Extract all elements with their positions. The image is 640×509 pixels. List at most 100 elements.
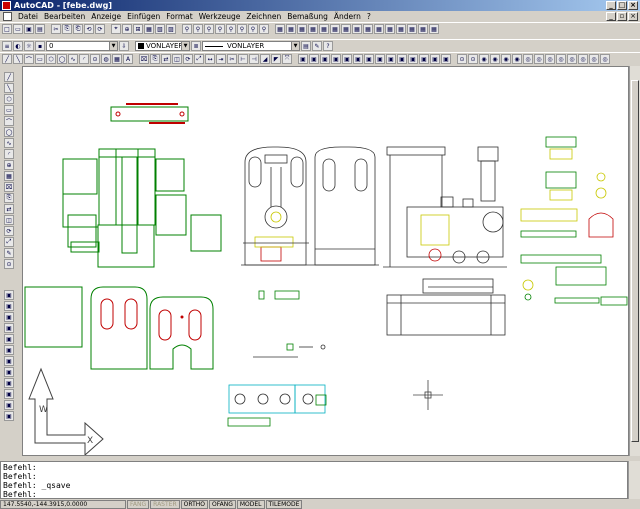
rectangle-icon[interactable]: ▭ bbox=[35, 54, 45, 64]
command-prompt[interactable]: Befehl: bbox=[3, 490, 625, 499]
toolbar-button-icon[interactable]: ▣ bbox=[375, 54, 385, 64]
trim-icon[interactable]: ✂ bbox=[227, 54, 237, 64]
paste-icon[interactable]: ⎗ bbox=[73, 24, 83, 34]
toolbar-button-icon[interactable]: ▦ bbox=[352, 24, 362, 34]
part-cross-frame[interactable] bbox=[62, 148, 222, 268]
rotate-icon[interactable]: ⟳ bbox=[183, 54, 193, 64]
left-tool-icon[interactable]: ▣ bbox=[4, 334, 14, 344]
toolbar-button-icon[interactable]: ▦ bbox=[407, 24, 417, 34]
save-icon[interactable]: ▣ bbox=[24, 24, 34, 34]
status-tilemode-toggle[interactable]: TILEMODE bbox=[265, 499, 303, 509]
menu-einfuegen[interactable]: Einfügen bbox=[124, 12, 163, 21]
explode-icon[interactable]: ◤ bbox=[271, 54, 281, 64]
scale-icon[interactable]: ⤢ bbox=[194, 54, 204, 64]
color-dropdown[interactable]: VONLAYER ▼ bbox=[135, 41, 190, 51]
extend-icon[interactable]: ⇥ bbox=[216, 54, 226, 64]
toolbar-button-icon[interactable]: ▣ bbox=[441, 54, 451, 64]
chamfer-icon[interactable]: ⊣ bbox=[249, 54, 259, 64]
left-tool-icon[interactable]: ▣ bbox=[4, 312, 14, 322]
toolbar-button-icon[interactable]: ▣ bbox=[408, 54, 418, 64]
zoom-window-icon[interactable]: ⚲ bbox=[193, 24, 203, 34]
polygon-icon[interactable]: ⬡ bbox=[46, 54, 56, 64]
insert-block-icon[interactable]: ⊙ bbox=[90, 54, 100, 64]
chevron-down-icon[interactable]: ▼ bbox=[291, 42, 299, 50]
view-icon[interactable]: ▨ bbox=[166, 24, 176, 34]
left-tool-icon[interactable]: ⟳ bbox=[4, 226, 14, 236]
left-tool-icon[interactable]: ▣ bbox=[4, 323, 14, 333]
undo-icon[interactable]: ⟲ bbox=[84, 24, 94, 34]
left-tool-icon[interactable]: ⊙ bbox=[4, 259, 14, 269]
center-small-parts[interactable] bbox=[253, 290, 326, 358]
left-tool-icon[interactable]: ∿ bbox=[4, 138, 14, 148]
doc-close-icon[interactable]: × bbox=[628, 12, 638, 21]
vertical-scrollbar[interactable] bbox=[629, 66, 640, 456]
left-tool-icon[interactable]: ⊕ bbox=[4, 160, 14, 170]
left-tool-icon[interactable]: ▣ bbox=[4, 290, 14, 300]
left-tool-icon[interactable]: ⎘ bbox=[4, 193, 14, 203]
menu-bemassung[interactable]: Bemaßung bbox=[284, 12, 331, 21]
status-ofang-toggle[interactable]: OFANG bbox=[208, 499, 236, 509]
zoom-extents-icon[interactable]: ⚲ bbox=[248, 24, 258, 34]
toolbar-button-icon[interactable]: ⊙ bbox=[468, 54, 478, 64]
part-cab-rear-plate[interactable] bbox=[149, 296, 214, 370]
part-square-plate[interactable] bbox=[24, 286, 83, 348]
xline-icon[interactable]: ╲ bbox=[13, 54, 23, 64]
circle-icon[interactable]: ◯ bbox=[57, 54, 67, 64]
zoom-icon[interactable]: ⊕ bbox=[122, 24, 132, 34]
redo-icon[interactable]: ⟳ bbox=[95, 24, 105, 34]
status-model-toggle[interactable]: MODEL bbox=[236, 499, 265, 509]
zoom-previous-icon[interactable]: ⚲ bbox=[204, 24, 214, 34]
toolbar-button-icon[interactable]: ▣ bbox=[342, 54, 352, 64]
zoom-out-icon[interactable]: ⚲ bbox=[226, 24, 236, 34]
toolbar-button-icon[interactable]: ▦ bbox=[330, 24, 340, 34]
status-raster-toggle[interactable]: RASTER bbox=[150, 499, 180, 509]
left-tool-icon[interactable]: ▣ bbox=[4, 356, 14, 366]
toolbar-button-icon[interactable]: ◎ bbox=[534, 54, 544, 64]
linetype-dropdown[interactable]: VONLAYER ▼ bbox=[202, 41, 300, 51]
print-icon[interactable]: ▤ bbox=[35, 24, 45, 34]
loco-frame-view[interactable] bbox=[386, 278, 506, 336]
linetype-icon[interactable]: ≣ bbox=[191, 41, 201, 51]
layer-dropdown[interactable]: 0 ▼ bbox=[46, 41, 118, 51]
menu-format[interactable]: Format bbox=[163, 12, 195, 21]
left-tool-icon[interactable]: ▭ bbox=[4, 105, 14, 115]
left-tool-icon[interactable]: ◜ bbox=[4, 149, 14, 159]
line-icon[interactable]: ╱ bbox=[2, 54, 12, 64]
left-tool-icon[interactable]: ✎ bbox=[4, 248, 14, 258]
new-file-icon[interactable]: □ bbox=[2, 24, 12, 34]
left-tool-icon[interactable]: ◫ bbox=[4, 215, 14, 225]
toolbar-button-icon[interactable]: ▣ bbox=[298, 54, 308, 64]
status-ortho-toggle[interactable]: ORTHO bbox=[180, 499, 208, 509]
chevron-down-icon[interactable]: ▼ bbox=[181, 42, 189, 50]
match-properties-icon[interactable]: ✎ bbox=[312, 41, 322, 51]
left-tool-icon[interactable]: ▣ bbox=[4, 301, 14, 311]
break-icon[interactable]: ⊢ bbox=[238, 54, 248, 64]
fillet-icon[interactable]: ◢ bbox=[260, 54, 270, 64]
left-tool-icon[interactable]: ▣ bbox=[4, 389, 14, 399]
view-icon[interactable]: ▦ bbox=[144, 24, 154, 34]
toolbar-button-icon[interactable]: ▣ bbox=[386, 54, 396, 64]
move-icon[interactable]: ⤧ bbox=[282, 54, 292, 64]
toolbar-button-icon[interactable]: ▣ bbox=[331, 54, 341, 64]
toolbar-button-icon[interactable]: ◎ bbox=[589, 54, 599, 64]
minimize-icon[interactable]: _ bbox=[606, 1, 616, 10]
snap-icon[interactable]: ⌖ bbox=[111, 24, 121, 34]
command-line[interactable]: Befehl: Befehl: Befehl: _qsave Befehl: bbox=[0, 461, 628, 499]
layer-manager-icon[interactable]: ≡ bbox=[2, 41, 12, 51]
toolbar-button-icon[interactable]: ▣ bbox=[353, 54, 363, 64]
left-tool-icon[interactable]: ⇄ bbox=[4, 204, 14, 214]
toolbar-button-icon[interactable]: ▣ bbox=[430, 54, 440, 64]
stretch-icon[interactable]: ↔ bbox=[205, 54, 215, 64]
toolbar-button-icon[interactable]: ▦ bbox=[363, 24, 373, 34]
toolbar-button-icon[interactable]: ▦ bbox=[275, 24, 285, 34]
toolbar-button-icon[interactable]: ◎ bbox=[578, 54, 588, 64]
toolbar-button-icon[interactable]: ◎ bbox=[523, 54, 533, 64]
arc-icon[interactable]: ⌒ bbox=[24, 54, 34, 64]
left-tool-icon[interactable]: ▣ bbox=[4, 400, 14, 410]
toolbar-button-icon[interactable]: ▣ bbox=[320, 54, 330, 64]
maximize-icon[interactable]: □ bbox=[617, 1, 627, 10]
toolbar-button-icon[interactable]: ⊙ bbox=[457, 54, 467, 64]
zoom-in-icon[interactable]: ⚲ bbox=[215, 24, 225, 34]
left-tool-icon[interactable]: ▣ bbox=[4, 367, 14, 377]
toolbar-button-icon[interactable]: ◎ bbox=[556, 54, 566, 64]
